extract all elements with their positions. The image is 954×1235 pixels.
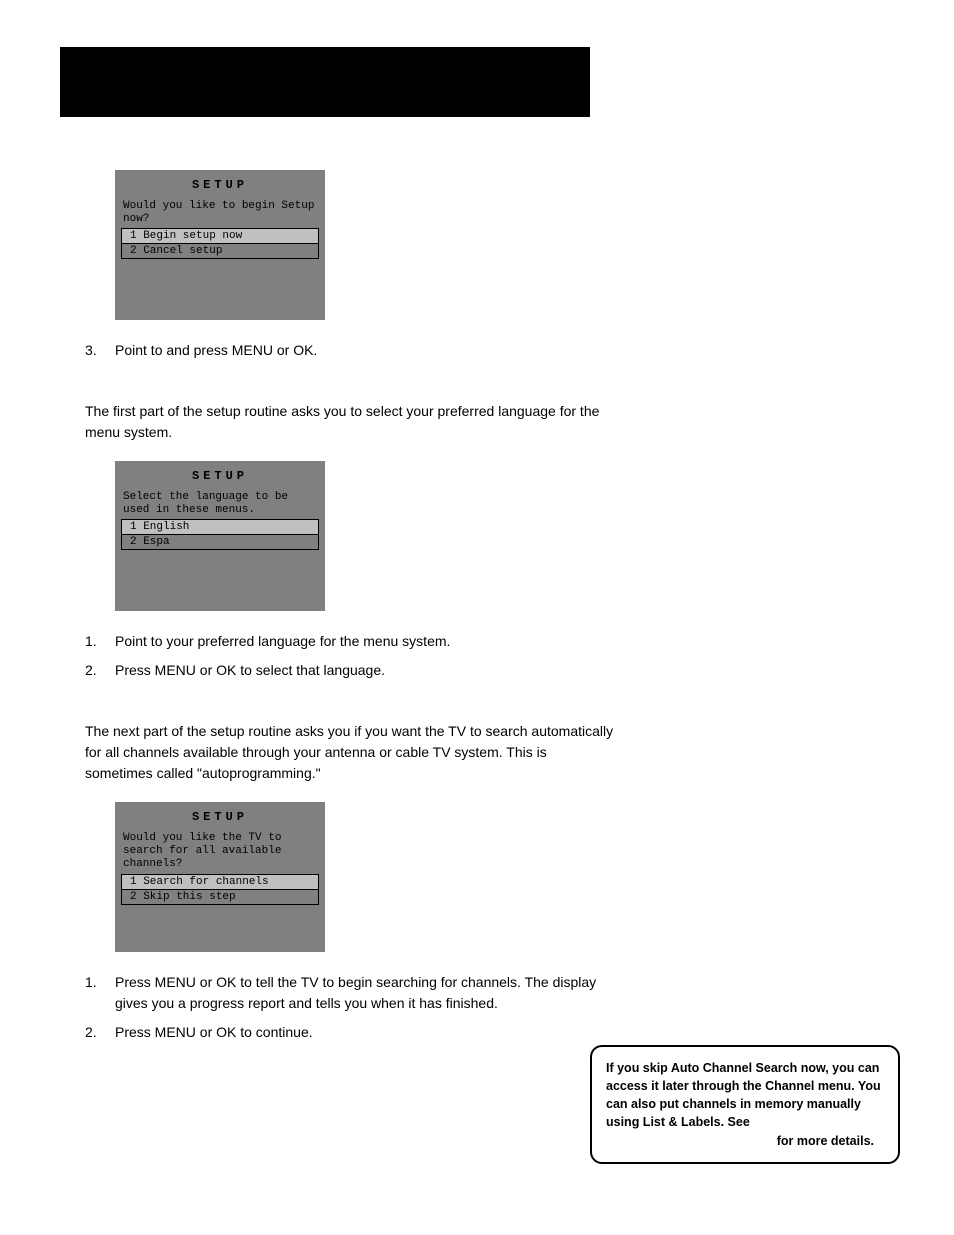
step-text: Press MENU or OK to continue. [115,1022,615,1043]
search-intro: The next part of the setup routine asks … [85,721,615,784]
menu-prompt: Would you like the TV to search for all … [115,832,325,872]
step-number: 3. [85,340,115,361]
callout-tail: for more details. [606,1132,884,1150]
setup-menu-search: SETUP Would you like the TV to search fo… [115,802,325,952]
menu-title: SETUP [115,469,325,483]
search-step-1: 1. Press MENU or OK to tell the TV to be… [85,972,615,1014]
menu-option-espa: 2 Espa [121,535,319,550]
text-after: and press MENU or OK. [166,342,317,358]
step-number: 2. [85,1022,115,1043]
setup-menu-language: SETUP Select the language to be used in … [115,461,325,611]
step-number: 2. [85,660,115,681]
step-text: Point to your preferred language for the… [115,631,615,652]
menu-prompt: Would you like to begin Setup now? [115,200,325,226]
menu-title: SETUP [115,178,325,192]
tip-callout: If you skip Auto Channel Search now, you… [590,1045,900,1164]
setup-menu-begin: SETUP Would you like to begin Setup now?… [115,170,325,320]
menu-option-english: 1 English [121,519,319,535]
lang-step-2: 2. Press MENU or OK to select that langu… [85,660,615,681]
menu-option-skip: 2 Skip this step [121,890,319,905]
lang-step-1: 1. Point to your preferred language for … [85,631,615,652]
language-intro: The first part of the setup routine asks… [85,401,615,443]
step-text: Press MENU or OK to tell the TV to begin… [115,972,615,1014]
callout-text: If you skip Auto Channel Search now, you… [606,1061,881,1129]
step-number: 1. [85,631,115,652]
menu-option-begin: 1 Begin setup now [121,228,319,244]
menu-option-cancel: 2 Cancel setup [121,244,319,259]
step-number: 1. [85,972,115,1014]
menu-option-search: 1 Search for channels [121,874,319,890]
step-3: 3. Point to and press MENU or OK. [85,340,615,361]
menu-prompt: Select the language to be used in these … [115,491,325,517]
step-text: Press MENU or OK to select that language… [115,660,615,681]
step-text: Point to and press MENU or OK. [115,340,615,361]
main-content: SETUP Would you like to begin Setup now?… [85,170,615,1051]
header-black-bar [60,47,590,117]
search-step-2: 2. Press MENU or OK to continue. [85,1022,615,1043]
menu-title: SETUP [115,810,325,824]
text-before: Point to [115,342,166,358]
